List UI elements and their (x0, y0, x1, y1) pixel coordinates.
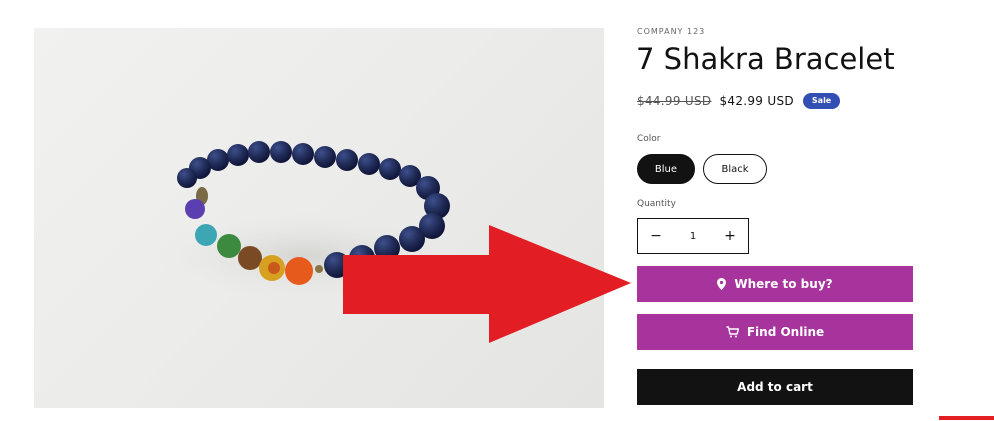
find-online-label: Find Online (746, 325, 825, 339)
red-arrow-annotation (343, 225, 631, 343)
find-online-button[interactable]: Find Online (637, 314, 913, 350)
where-to-buy-label: Where to buy? (734, 277, 833, 291)
quantity-decrease-button[interactable]: − (638, 219, 674, 253)
add-to-cart-button[interactable]: Add to cart (637, 369, 913, 405)
quantity-input[interactable]: 1 (690, 231, 696, 242)
quantity-stepper: − 1 + (637, 218, 749, 254)
price-row: $44.99 USD $42.99 USD Sale (637, 93, 841, 109)
color-label: Color (637, 134, 661, 144)
quantity-increase-button[interactable]: + (712, 219, 748, 253)
red-corner-mark (939, 416, 994, 420)
sale-price: $42.99 USD (719, 94, 794, 108)
sale-badge: Sale (802, 93, 841, 109)
bracelet-image (154, 141, 454, 301)
product-image[interactable] (34, 28, 604, 408)
color-option-blue[interactable]: Blue (637, 154, 695, 184)
vendor-name: COMPANY 123 (637, 27, 706, 36)
cart-icon (726, 326, 739, 338)
where-to-buy-button[interactable]: Where to buy? (637, 266, 913, 302)
map-pin-icon (717, 278, 727, 290)
color-option-black[interactable]: Black (703, 154, 767, 184)
product-title: 7 Shakra Bracelet (636, 42, 895, 76)
quantity-label: Quantity (637, 199, 676, 209)
compare-at-price: $44.99 USD (637, 94, 712, 108)
